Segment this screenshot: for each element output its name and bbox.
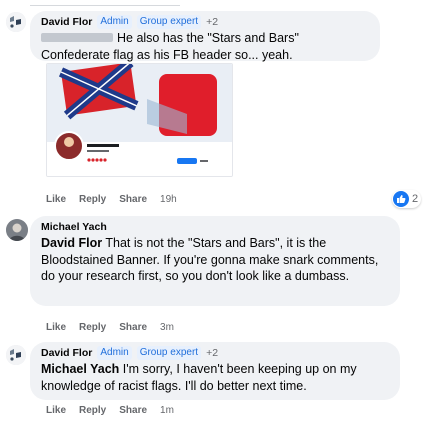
- reaction-summary[interactable]: 2: [392, 190, 422, 208]
- avatar[interactable]: [6, 12, 26, 32]
- like-button[interactable]: Like: [46, 194, 66, 205]
- more-badges[interactable]: +2: [206, 346, 218, 360]
- avatar[interactable]: [6, 345, 26, 365]
- comment-bubble: Michael Yach David Flor That is not the …: [30, 216, 400, 306]
- comment-bubble: David Flor Admin Group expert +2 He also…: [30, 11, 380, 62]
- share-button[interactable]: Share: [119, 405, 147, 416]
- mentioned-user[interactable]: Michael Yach: [41, 362, 119, 376]
- comment-bubble: David Flor Admin Group expert +2 Michael…: [30, 342, 400, 400]
- image-caption: Michael Yach: [87, 149, 105, 153]
- previous-comment-divider: [30, 0, 180, 6]
- comment-author[interactable]: Michael Yach: [41, 220, 107, 234]
- share-button[interactable]: Share: [119, 194, 147, 205]
- attached-image[interactable]: Michael Yach: [46, 63, 233, 177]
- like-button[interactable]: Like: [46, 322, 66, 333]
- comment-actions: Like Reply Share 3m: [46, 322, 174, 333]
- reply-button[interactable]: Reply: [79, 405, 106, 416]
- user-avatar-icon: [6, 12, 26, 32]
- admin-badge[interactable]: Admin: [97, 346, 132, 360]
- reply-button[interactable]: Reply: [79, 322, 106, 333]
- timestamp[interactable]: 1m: [160, 405, 174, 416]
- share-button[interactable]: Share: [119, 322, 147, 333]
- mentioned-user[interactable]: David Flor: [41, 236, 102, 250]
- group-expert-badge[interactable]: Group expert: [136, 346, 202, 360]
- reply-button[interactable]: Reply: [79, 194, 106, 205]
- group-expert-badge[interactable]: Group expert: [136, 15, 202, 29]
- avatar[interactable]: [6, 219, 28, 241]
- like-reaction-icon: [393, 191, 409, 207]
- timestamp[interactable]: 3m: [160, 322, 174, 333]
- timestamp[interactable]: 19h: [160, 194, 177, 205]
- comment-actions: Like Reply Share 1m: [46, 405, 174, 416]
- comment-actions: Like Reply Share 19h: [46, 194, 177, 205]
- like-button[interactable]: Like: [46, 405, 66, 416]
- comment-author[interactable]: David Flor: [41, 346, 92, 360]
- more-badges[interactable]: +2: [206, 15, 218, 29]
- user-avatar-icon: [6, 219, 28, 241]
- reaction-count: 2: [412, 193, 419, 205]
- redacted-mention: [41, 33, 113, 42]
- profile-screenshot-image: Michael Yach: [47, 64, 232, 176]
- admin-badge[interactable]: Admin: [97, 15, 132, 29]
- comment-author[interactable]: David Flor: [41, 15, 92, 29]
- user-avatar-icon: [6, 345, 26, 365]
